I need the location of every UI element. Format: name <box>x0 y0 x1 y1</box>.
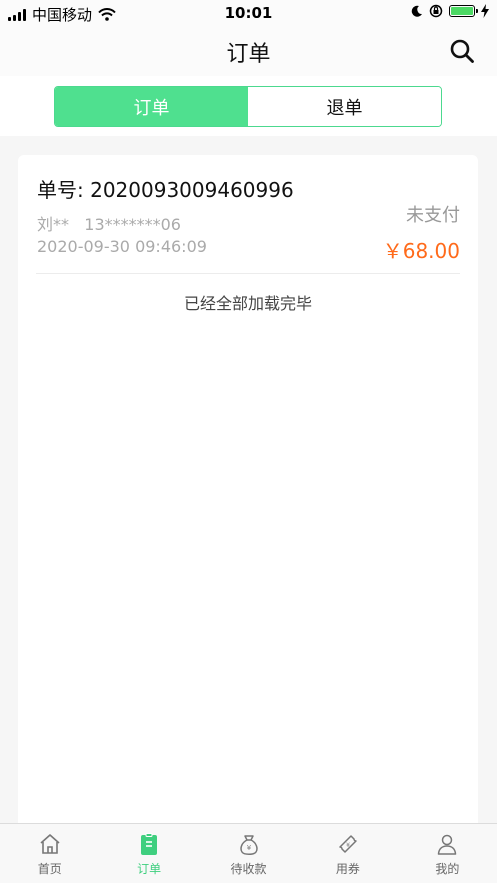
user-icon <box>438 834 457 855</box>
tab-receivable-label: 待收款 <box>230 862 267 876</box>
tab-receivable[interactable]: ¥ 待收款 <box>199 824 298 883</box>
tab-orders-nav[interactable]: 订单 <box>99 824 198 883</box>
rotation-lock-icon <box>429 4 443 18</box>
clipboard-icon <box>141 833 158 855</box>
battery-icon <box>449 5 478 17</box>
page-title: 订单 <box>226 42 271 67</box>
nav-bar: 订单 <box>0 26 497 76</box>
tab-orders-label: 订单 <box>137 862 162 876</box>
moon-icon <box>411 5 422 17</box>
tab-bar: 首页 订单 ¥ 待收款 ¥ 用券 我的 <box>0 823 497 883</box>
ticket-icon: ¥ <box>339 835 357 853</box>
tab-home[interactable]: 首页 <box>0 824 99 883</box>
svg-text:¥: ¥ <box>246 844 251 852</box>
search-icon <box>450 39 474 63</box>
charging-icon <box>481 4 489 18</box>
order-price: ￥68.00 <box>382 239 460 263</box>
tab-orders[interactable]: 订单 <box>55 87 248 126</box>
list-end-message: 已经全部加载完毕 <box>183 294 312 313</box>
status-bar: 中国移动 10:01 <box>0 0 497 26</box>
order-list: 单号: 2020093009460996 刘** 13*******06 202… <box>18 155 478 835</box>
tab-coupons[interactable]: ¥ 用券 <box>298 824 397 883</box>
tab-home-label: 首页 <box>37 862 62 876</box>
order-customer: 刘** 13*******06 <box>37 215 181 234</box>
status-right <box>411 4 489 18</box>
tab-profile-label: 我的 <box>435 862 460 876</box>
order-time: 2020-09-30 09:46:09 <box>37 237 207 256</box>
order-status: 未支付 <box>406 205 460 226</box>
order-number: 单号: 2020093009460996 <box>37 178 294 202</box>
search-button[interactable] <box>449 38 475 64</box>
divider <box>36 273 460 274</box>
segmented-control: 订单 退单 <box>54 86 442 127</box>
segment-bar: 订单 退单 <box>0 76 497 136</box>
tab-coupons-label: 用券 <box>335 862 360 876</box>
tab-refunds[interactable]: 退单 <box>248 87 441 126</box>
svg-text:¥: ¥ <box>346 842 350 849</box>
money-bag-icon: ¥ <box>239 835 258 855</box>
home-icon <box>40 834 60 854</box>
tab-profile[interactable]: 我的 <box>398 824 497 883</box>
